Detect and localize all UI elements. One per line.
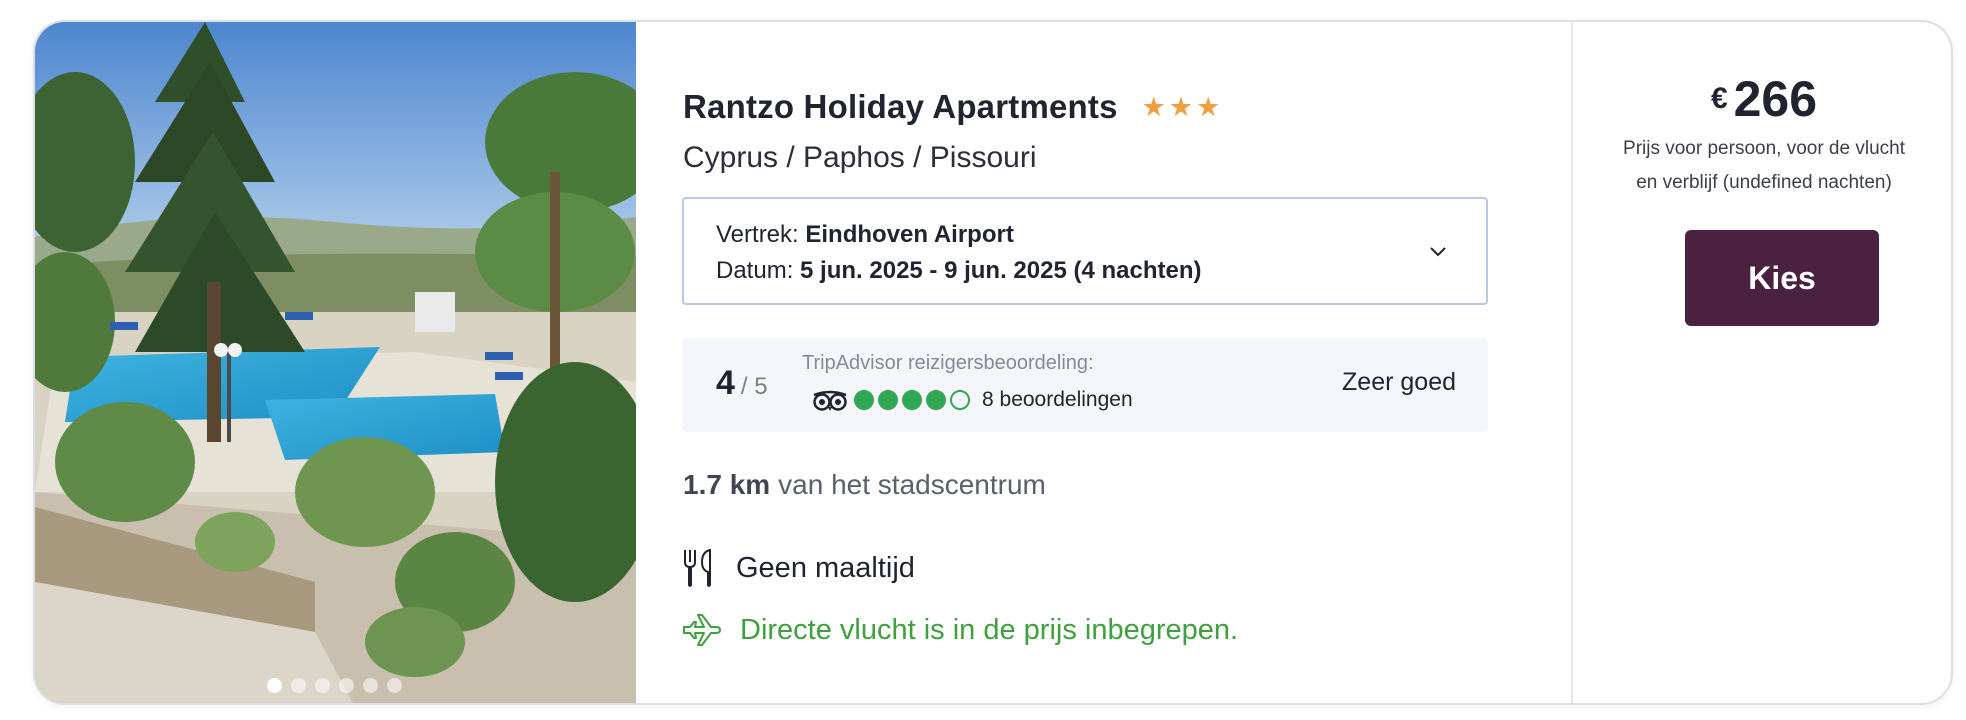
hotel-photo[interactable] — [35, 22, 636, 703]
flight-included-row: Directe vlucht is in de prijs inbegrepen… — [682, 612, 1238, 648]
tripadvisor-owl-icon — [813, 390, 847, 411]
distance-value: 1.7 km — [683, 469, 771, 500]
hotel-photo-image — [35, 22, 636, 703]
tripadvisor-bubbles-row: 8 beoordelingen — [812, 388, 1133, 412]
rating-score-value: 4 — [716, 364, 735, 402]
departure-label: Vertrek: — [716, 221, 799, 248]
distance-to-center: 1.7 km van het stadscentrum — [683, 469, 1046, 501]
departure-value: Eindhoven Airport — [805, 221, 1014, 248]
choose-button[interactable]: Kies — [1685, 230, 1879, 326]
rating-bubble-empty — [950, 390, 970, 410]
gallery-dot[interactable] — [363, 678, 378, 693]
flight-details-dropdown[interactable]: Vertrek: Eindhoven Airport Datum: 5 jun.… — [682, 197, 1488, 305]
hotel-card: Rantzo Holiday Apartments ★ ★ ★ Cyprus /… — [33, 20, 1953, 705]
fork-knife-icon — [684, 548, 711, 587]
rating-bubble-filled — [926, 390, 946, 410]
rating-bubble-filled — [854, 390, 874, 410]
star-icon: ★ — [1196, 91, 1221, 122]
price-currency: € — [1710, 82, 1728, 115]
date-label: Datum: — [716, 257, 794, 284]
review-count[interactable]: 8 beoordelingen — [982, 388, 1133, 412]
gallery-dots — [267, 678, 402, 693]
gallery-dot[interactable] — [387, 678, 402, 693]
rating-score: 4/ 5 — [716, 364, 768, 403]
title-row: Rantzo Holiday Apartments ★ ★ ★ — [683, 88, 1220, 126]
date-line: Datum: 5 jun. 2025 - 9 jun. 2025 (4 nach… — [716, 253, 1454, 289]
price-amount: 266 — [1733, 71, 1818, 127]
date-value: 5 jun. 2025 - 9 jun. 2025 (4 nachten) — [800, 257, 1202, 284]
price-note: Prijs voor persoon, voor de vlucht en ve… — [1623, 138, 1905, 193]
airplane-icon — [683, 614, 721, 646]
tripadvisor-rating: 4/ 5 TripAdvisor reizigersbeoordeling: 8… — [682, 338, 1488, 432]
distance-label: van het stadscentrum — [778, 469, 1046, 500]
gallery-dot[interactable] — [267, 678, 282, 693]
star-rating: ★ ★ ★ — [1141, 91, 1221, 122]
departure-line: Vertrek: Eindhoven Airport — [716, 217, 1454, 253]
chevron-down-icon[interactable] — [1428, 241, 1448, 261]
meal-plan: Geen maaltijd — [736, 551, 915, 584]
gallery-dot[interactable] — [315, 678, 330, 693]
star-icon: ★ — [1141, 91, 1166, 122]
flight-included-text: Directe vlucht is in de prijs inbegrepen… — [740, 613, 1239, 646]
star-icon: ★ — [1168, 91, 1194, 122]
hotel-info: Rantzo Holiday Apartments ★ ★ ★ Cyprus /… — [636, 22, 1573, 703]
rating-verdict: Zeer goed — [1342, 368, 1456, 396]
tripadvisor-label: TripAdvisor reizigersbeoordeling: — [802, 352, 1094, 374]
gallery-dot[interactable] — [339, 678, 354, 693]
rating-bubble-filled — [902, 390, 922, 410]
rating-bubble-filled — [878, 390, 898, 410]
price: €266 — [1573, 70, 1951, 128]
rating-score-max: / 5 — [740, 373, 768, 400]
hotel-location: Cyprus / Paphos / Pissouri — [683, 141, 1037, 174]
gallery-dot[interactable] — [291, 678, 306, 693]
rating-bubbles — [854, 390, 970, 410]
hotel-name[interactable]: Rantzo Holiday Apartments — [683, 88, 1118, 126]
meal-row: Geen maaltijd — [682, 548, 915, 588]
price-panel: €266 Prijs voor persoon, voor de vlucht … — [1573, 22, 1951, 703]
